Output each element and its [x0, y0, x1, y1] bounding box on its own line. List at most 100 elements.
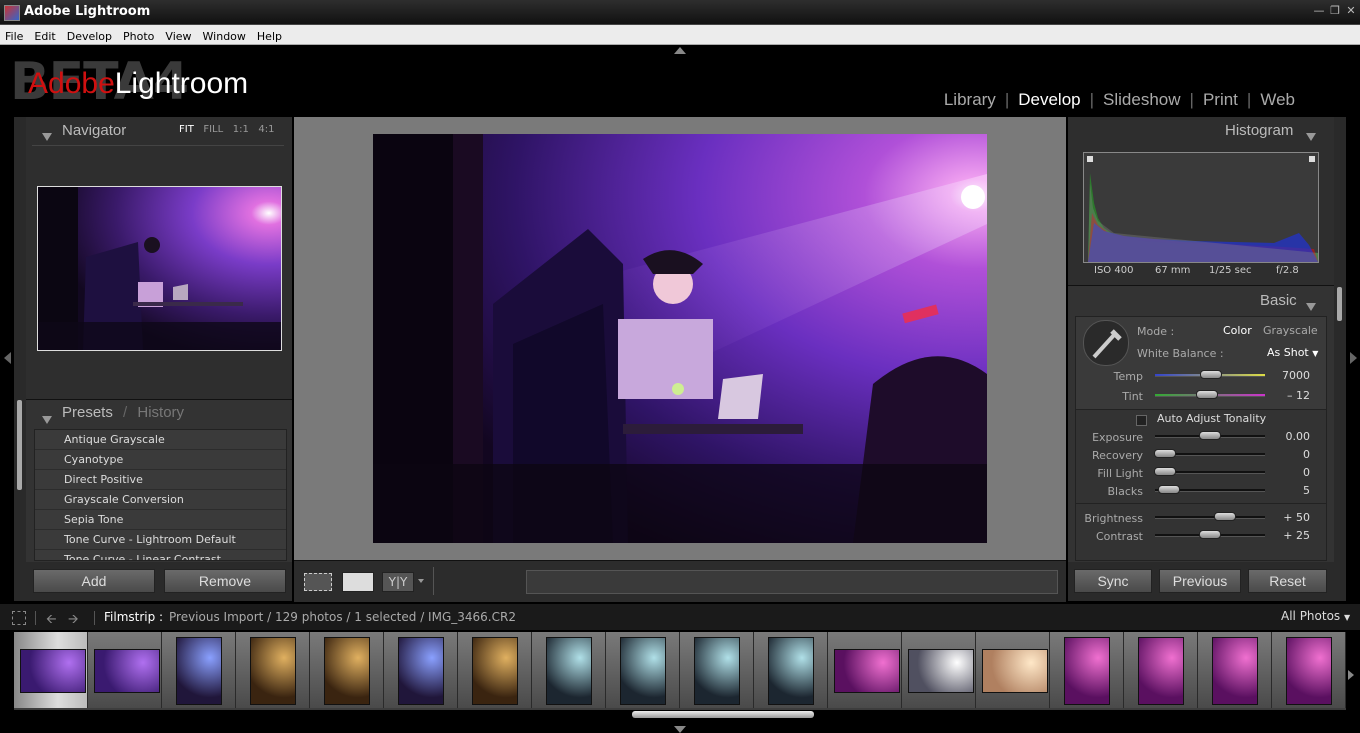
presets-tab[interactable]: Presets: [62, 404, 113, 421]
right-panel-toggle-icon[interactable]: [1350, 352, 1357, 364]
filmstrip-cell[interactable]: [680, 632, 754, 708]
menu-help[interactable]: Help: [252, 27, 288, 43]
menu-window[interactable]: Window: [198, 27, 252, 43]
sync-button[interactable]: Sync: [1074, 569, 1152, 593]
filmstrip-cell[interactable]: [1198, 632, 1272, 708]
filmstrip-next-icon[interactable]: [1348, 670, 1354, 680]
mode-color[interactable]: Color: [1223, 324, 1252, 337]
preset-item[interactable]: Direct Positive: [35, 470, 286, 490]
auto-tone-checkbox[interactable]: [1136, 415, 1147, 426]
preset-item[interactable]: Sepia Tone: [35, 510, 286, 530]
preset-item[interactable]: Antique Grayscale: [35, 430, 286, 450]
filmstrip-path[interactable]: Previous Import / 129 photos / 1 selecte…: [169, 610, 516, 624]
histogram-collapse-icon[interactable]: [1306, 126, 1316, 145]
filmstrip-scrollbar[interactable]: [632, 711, 814, 718]
forward-arrow-icon[interactable]: 🡪: [68, 610, 79, 632]
filmstrip-cell[interactable]: [532, 632, 606, 708]
module-web[interactable]: Web: [1251, 90, 1304, 109]
menu-view[interactable]: View: [160, 27, 197, 43]
bottom-panel-toggle-icon[interactable]: [674, 726, 686, 733]
menu-photo[interactable]: Photo: [118, 27, 160, 43]
restore-icon[interactable]: ❐: [1328, 4, 1342, 18]
filmstrip-cell[interactable]: [310, 632, 384, 708]
main-photo[interactable]: [373, 134, 987, 543]
filmstrip-cell[interactable]: [236, 632, 310, 708]
menu-file[interactable]: File: [0, 27, 29, 43]
navigator-preview[interactable]: [37, 186, 282, 351]
recovery-value[interactable]: 0: [1260, 448, 1310, 461]
contrast-value[interactable]: + 25: [1260, 529, 1310, 542]
minimize-icon[interactable]: —: [1312, 4, 1326, 18]
zoom-fit[interactable]: FIT: [179, 124, 194, 135]
mode-grayscale[interactable]: Grayscale: [1263, 324, 1318, 337]
close-icon[interactable]: ✕: [1344, 4, 1358, 18]
logo-lightroom: Lightroom: [114, 67, 249, 100]
presets-collapse-icon[interactable]: [42, 409, 52, 428]
filmstrip-cell[interactable]: [1124, 632, 1198, 708]
module-slideshow[interactable]: Slideshow: [1094, 90, 1190, 109]
temp-value[interactable]: 7000: [1260, 369, 1310, 382]
histogram-curve: [1087, 156, 1318, 262]
grid-view-icon[interactable]: [12, 611, 26, 625]
filmstrip-cell[interactable]: [976, 632, 1050, 708]
top-panel-toggle-icon[interactable]: [674, 47, 686, 54]
tint-value[interactable]: – 12: [1260, 389, 1310, 402]
histogram-graph[interactable]: [1083, 152, 1319, 263]
exposure-value[interactable]: 0.00: [1260, 430, 1311, 443]
filmstrip-cell[interactable]: [162, 632, 236, 708]
fill-light-slider-knob[interactable]: [1154, 467, 1176, 476]
blacks-slider-knob[interactable]: [1158, 485, 1180, 494]
reset-button[interactable]: Reset: [1248, 569, 1327, 593]
exposure-slider-knob[interactable]: [1199, 431, 1221, 440]
filmstrip-cell[interactable]: [384, 632, 458, 708]
blacks-value[interactable]: 5: [1260, 484, 1310, 497]
preset-item[interactable]: Tone Curve - Linear Contrast: [35, 550, 286, 560]
eyedropper-icon[interactable]: [1083, 320, 1129, 366]
zoom-1-1[interactable]: 1:1: [233, 124, 249, 135]
filmstrip-cell[interactable]: [14, 632, 88, 708]
module-develop[interactable]: Develop: [1009, 90, 1089, 109]
menu-develop[interactable]: Develop: [62, 27, 118, 43]
menu-edit[interactable]: Edit: [29, 27, 61, 43]
add-preset-button[interactable]: Add: [33, 569, 155, 593]
basic-collapse-icon[interactable]: [1306, 296, 1316, 315]
view-options-chevron-icon[interactable]: [418, 579, 424, 583]
left-panel-toggle-icon[interactable]: [4, 352, 11, 364]
white-balance-dropdown[interactable]: As Shot ▼: [1267, 346, 1318, 359]
filmstrip-cell[interactable]: [88, 632, 162, 708]
filmstrip-cell[interactable]: [1272, 632, 1346, 708]
module-print[interactable]: Print: [1194, 90, 1247, 109]
recovery-slider-knob[interactable]: [1154, 449, 1176, 458]
right-panel-scrollbar[interactable]: [1337, 287, 1342, 321]
module-library[interactable]: Library: [935, 90, 1005, 109]
left-panel-scrollbar[interactable]: [17, 400, 22, 490]
back-arrow-icon[interactable]: 🡨: [46, 610, 57, 632]
preset-item[interactable]: Grayscale Conversion: [35, 490, 286, 510]
previous-button[interactable]: Previous: [1159, 569, 1241, 593]
filmstrip-cell[interactable]: [902, 632, 976, 708]
brightness-value[interactable]: + 50: [1260, 511, 1310, 524]
brightness-slider-track[interactable]: [1155, 516, 1265, 519]
tint-slider-knob[interactable]: [1196, 390, 1218, 399]
brightness-slider-knob[interactable]: [1214, 512, 1236, 521]
filmstrip-cell[interactable]: [828, 632, 902, 708]
filmstrip-cell[interactable]: [606, 632, 680, 708]
zoom-fill[interactable]: FILL: [203, 124, 223, 135]
navigator-collapse-icon[interactable]: [42, 126, 52, 145]
preset-item[interactable]: Tone Curve - Lightroom Default: [35, 530, 286, 550]
loupe-view-icon[interactable]: [342, 572, 374, 592]
remove-preset-button[interactable]: Remove: [164, 569, 286, 593]
filmstrip-thumbnail: [1064, 637, 1110, 705]
history-tab[interactable]: History: [137, 404, 184, 421]
compare-view-button[interactable]: Y|Y: [382, 572, 414, 592]
temp-slider-knob[interactable]: [1200, 370, 1222, 379]
fill-light-value[interactable]: 0: [1260, 466, 1310, 479]
filmstrip-cell[interactable]: [1050, 632, 1124, 708]
zoom-4-1[interactable]: 4:1: [258, 124, 274, 135]
filter-dropdown[interactable]: All Photos ▼: [1281, 609, 1350, 623]
filmstrip-cell[interactable]: [754, 632, 828, 708]
preset-item[interactable]: Cyanotype: [35, 450, 286, 470]
crop-tool-icon[interactable]: [304, 573, 332, 591]
filmstrip-cell[interactable]: [458, 632, 532, 708]
contrast-slider-knob[interactable]: [1199, 530, 1221, 539]
